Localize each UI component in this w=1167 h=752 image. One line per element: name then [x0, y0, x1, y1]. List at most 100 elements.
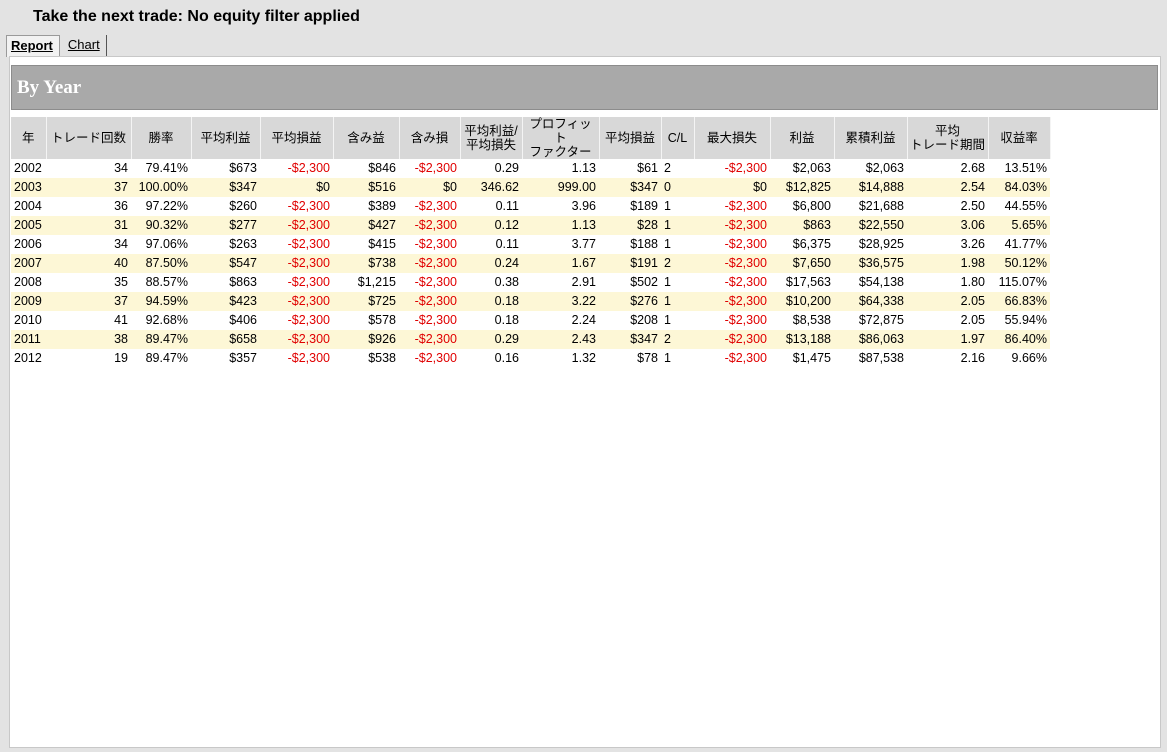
column-header[interactable]: 累積利益	[834, 117, 908, 159]
column-header[interactable]: 平均損益	[599, 117, 662, 159]
table-cell: 1.67	[522, 254, 599, 273]
table-cell: $516	[333, 178, 399, 197]
table-cell: 79.41%	[145, 161, 188, 175]
table-cell: 0.16	[494, 351, 519, 365]
table-cell: 34	[114, 161, 128, 175]
table-cell: 3.22	[522, 292, 599, 311]
table-cell: 0.24	[460, 254, 522, 273]
table-cell: 1.32	[571, 351, 596, 365]
column-header[interactable]: 年	[11, 117, 47, 159]
table-cell: -$2,300	[260, 254, 333, 273]
column-header[interactable]: 平均利益/平均損失	[460, 117, 523, 159]
table-row: 2006 34 97.06% $263 -$2,300 $415 -$2,300 0.11 3.…	[11, 235, 1050, 254]
column-header[interactable]: 平均損益	[260, 117, 334, 159]
table-cell: 3.77	[571, 237, 596, 251]
table-cell: 1.13	[522, 216, 599, 235]
table-cell: 2.24	[571, 313, 596, 327]
column-header[interactable]: 含み損	[399, 117, 461, 159]
table-cell: 41	[114, 313, 128, 327]
table-cell: 2005	[11, 216, 46, 235]
table-cell: -$2,300	[724, 199, 767, 213]
tab-bar: Report Chart	[6, 35, 107, 57]
table-cell: 88.57%	[145, 275, 188, 289]
table-cell: -$2,300	[287, 161, 330, 175]
column-header[interactable]: トレード回数	[46, 117, 132, 159]
table-cell: 44.55%	[1004, 199, 1047, 213]
window-title: Take the next trade: No equity filter ap…	[33, 8, 360, 25]
table-cell: $12,825	[770, 178, 834, 197]
table-cell: 115.07%	[998, 275, 1047, 289]
table-cell: 87.50%	[131, 254, 191, 273]
table-cell: 0.18	[460, 292, 522, 311]
table-cell: $260	[229, 199, 257, 213]
column-header[interactable]: 勝率	[131, 117, 192, 159]
table-cell: 37	[46, 178, 131, 197]
column-header[interactable]: プロフィット ファクター	[522, 117, 600, 159]
table-cell: 92.68%	[145, 313, 188, 327]
table-cell: $863	[229, 275, 257, 289]
table-cell: $1,215	[357, 275, 396, 289]
table-cell: 999.00	[522, 178, 599, 197]
table-cell: 34	[114, 237, 128, 251]
table-cell: $863	[770, 216, 834, 235]
table-cell: 3.06	[907, 216, 988, 235]
column-header[interactable]: 最大損失	[694, 117, 771, 159]
table-cell: $389	[368, 199, 396, 213]
table-cell: -$2,300	[399, 216, 460, 235]
table-cell: 41.77%	[1004, 237, 1047, 251]
table-cell: -$2,300	[724, 351, 767, 365]
table-cell: 35	[114, 275, 128, 289]
table-cell: $6,800	[792, 199, 831, 213]
table-header-row: 年トレード回数 勝率 平均利益 平均損益 含み益 含み損 平均利益/平均損失 プロフィット ファ…	[11, 117, 1051, 159]
table-cell: $86,063	[834, 330, 907, 349]
table-cell: 55.94%	[1004, 313, 1047, 327]
table-cell: 0	[661, 178, 694, 197]
table-cell: 2.54	[907, 178, 988, 197]
table-cell: $578	[368, 313, 396, 327]
table-cell: $846	[368, 161, 396, 175]
table-cell: $64,338	[834, 292, 907, 311]
table-row: 2009 37 94.59% $423 -$2,300 $725 -$2,300 0.18 3.…	[11, 292, 1050, 311]
table-cell: -$2,300	[694, 292, 770, 311]
table-cell: $191	[599, 254, 661, 273]
table-cell: 9.66%	[1011, 351, 1047, 365]
table-cell: 1	[664, 275, 671, 289]
table-cell: $673	[229, 161, 257, 175]
table-cell: 0.12	[460, 216, 522, 235]
table-cell: 2011	[11, 330, 46, 349]
table-cell: -$2,300	[694, 330, 770, 349]
table-cell: 1.80	[960, 275, 985, 289]
column-header[interactable]: 平均利益	[191, 117, 261, 159]
table-cell: -$2,300	[414, 275, 457, 289]
tab-chart[interactable]: Chart	[64, 35, 107, 56]
table-cell: -$2,300	[414, 161, 457, 175]
column-header[interactable]: 利益	[770, 117, 835, 159]
column-header[interactable]: 収益率	[988, 117, 1051, 159]
by-year-table: 年トレード回数 勝率 平均利益 平均損益 含み益 含み損 平均利益/平均損失 プロフィット ファ…	[11, 117, 1051, 368]
table-cell: $7,650	[770, 254, 834, 273]
table-cell: 13.51%	[1004, 161, 1047, 175]
table-cell: -$2,300	[399, 254, 460, 273]
table-cell: 346.62	[460, 178, 522, 197]
column-header[interactable]: C/L	[661, 117, 695, 159]
table-cell: $1,475	[792, 351, 831, 365]
table-cell: 2006	[14, 237, 42, 251]
column-header[interactable]: 平均 トレード期間	[907, 117, 989, 159]
table-cell: 2	[661, 330, 694, 349]
table-cell: 3.96	[571, 199, 596, 213]
table-cell: $72,875	[858, 313, 904, 327]
column-header[interactable]: 含み益	[333, 117, 400, 159]
table-cell: -$2,300	[694, 216, 770, 235]
table-cell: 2.05	[960, 313, 985, 327]
table-cell: $0	[260, 178, 333, 197]
table-cell: 2002	[14, 161, 42, 175]
section-header: By Year	[11, 65, 1158, 110]
table-cell: $415	[368, 237, 396, 251]
table-cell: 2.91	[571, 275, 596, 289]
tab-report[interactable]: Report	[6, 35, 60, 57]
table-cell: 31	[46, 216, 131, 235]
table-cell: -$2,300	[414, 351, 457, 365]
table-cell: 0.11	[495, 237, 519, 251]
table-cell: 19	[114, 351, 128, 365]
table-cell: $347	[191, 178, 260, 197]
